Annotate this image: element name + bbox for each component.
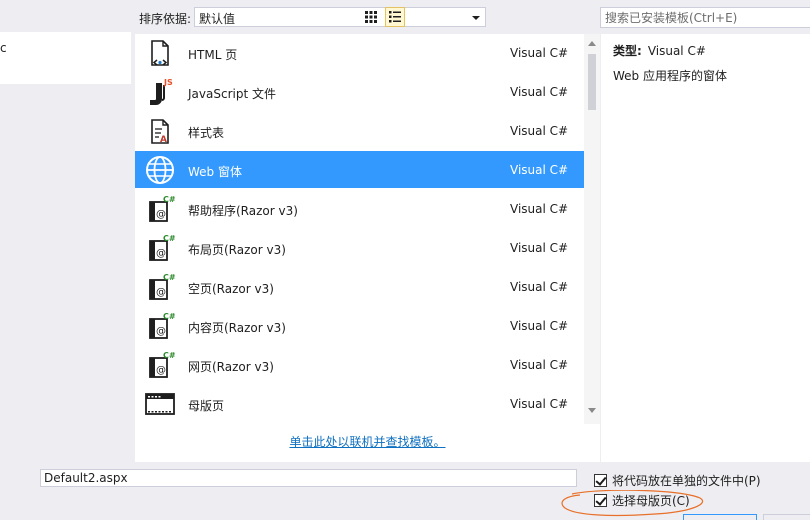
svg-text:@: @	[156, 287, 166, 298]
template-name: 帮助程序(Razor v3)	[188, 204, 298, 218]
checkbox-checked-icon[interactable]	[594, 494, 607, 507]
template-name: 样式表	[188, 126, 225, 140]
template-row-html-page[interactable]: HTML 页 Visual C#	[135, 34, 584, 71]
template-list: HTML 页 Visual C# JS JavaScript 文件 Visual…	[135, 34, 584, 424]
svg-text:@: @	[156, 248, 166, 259]
template-name: 网页(Razor v3)	[188, 360, 274, 374]
svg-text:C#: C#	[163, 351, 175, 360]
template-row-razor-content[interactable]: @ C# 内容页(Razor v3) Visual C#	[135, 307, 584, 344]
detail-description: Web 应用程序的窗体	[613, 69, 727, 83]
template-list-pane: HTML 页 Visual C# JS JavaScript 文件 Visual…	[135, 34, 600, 462]
svg-text:@: @	[156, 209, 166, 220]
razor-csharp-icon: @ C#	[149, 195, 175, 222]
template-category-tree: c	[0, 0, 131, 462]
razor-csharp-icon: @ C#	[149, 351, 175, 378]
file-name-input[interactable]	[41, 470, 576, 486]
template-type: Visual C#	[510, 241, 569, 255]
grid-view-icon	[365, 11, 377, 23]
sort-label: 排序依据:	[139, 12, 192, 26]
svg-text:JS: JS	[163, 78, 173, 87]
template-name: HTML 页	[188, 48, 238, 62]
find-templates-online-link[interactable]: 单击此处以联机并查找模板。	[135, 433, 600, 450]
template-row-razor-layout[interactable]: @ C# 布局页(Razor v3) Visual C#	[135, 229, 584, 266]
cancel-button[interactable]	[763, 514, 810, 520]
master-page-icon	[145, 393, 175, 415]
svg-text:C#: C#	[163, 195, 175, 204]
sort-dropdown-value: 默认值	[199, 12, 236, 26]
sort-dropdown[interactable]: 默认值	[194, 7, 486, 27]
template-type: Visual C#	[510, 163, 569, 177]
checkbox-checked-icon[interactable]	[594, 474, 607, 487]
small-icons-view-button[interactable]	[361, 7, 381, 27]
stylesheet-icon: A	[151, 119, 169, 145]
javascript-file-icon: JS	[150, 78, 173, 105]
template-type: Visual C#	[510, 358, 569, 372]
detail-type-value: Visual C#	[647, 44, 706, 58]
scroll-thumb[interactable]	[588, 54, 596, 110]
template-type: Visual C#	[510, 202, 569, 216]
template-toolbar: 排序依据: 默认值	[131, 0, 810, 34]
add-button[interactable]	[683, 514, 757, 520]
separate-code-checkbox[interactable]: 将代码放在单独的文件中(P)	[594, 472, 761, 489]
template-row-stylesheet[interactable]: A 样式表 Visual C#	[135, 112, 584, 149]
template-row-master-page[interactable]: 母版页 Visual C#	[135, 385, 584, 422]
template-details-pane: 类型: Visual C# Web 应用程序的窗体	[601, 34, 810, 462]
razor-csharp-icon: @ C#	[149, 273, 175, 300]
tree-selected-item-label: c	[0, 41, 7, 55]
html-page-icon	[151, 40, 169, 66]
template-name: 母版页	[188, 399, 225, 413]
svg-text:@: @	[156, 365, 166, 376]
svg-text:A: A	[160, 135, 167, 145]
file-name-field[interactable]	[40, 469, 577, 487]
web-form-globe-icon	[146, 156, 174, 184]
template-search-box[interactable]	[600, 7, 810, 28]
list-view-icon	[389, 11, 401, 23]
template-list-scrollbar[interactable]	[584, 34, 600, 424]
template-type: Visual C#	[510, 46, 569, 60]
separate-code-label: 将代码放在单独的文件中(P)	[612, 474, 761, 488]
svg-text:C#: C#	[163, 234, 175, 243]
select-master-page-label: 选择母版页(C)	[612, 494, 690, 508]
template-type: Visual C#	[510, 85, 569, 99]
template-type: Visual C#	[510, 319, 569, 333]
razor-csharp-icon: @ C#	[149, 234, 175, 261]
scroll-down-arrow-icon[interactable]	[588, 408, 596, 413]
template-row-razor-webpage[interactable]: @ C# 网页(Razor v3) Visual C#	[135, 346, 584, 383]
template-row-javascript-file[interactable]: JS JavaScript 文件 Visual C#	[135, 73, 584, 110]
chevron-down-icon	[472, 16, 480, 20]
template-type: Visual C#	[510, 397, 569, 411]
detail-type-label: 类型:	[613, 44, 642, 58]
template-row-razor-helper[interactable]: @ C# 帮助程序(Razor v3) Visual C#	[135, 190, 584, 227]
dialog-footer: 将代码放在单独的文件中(P) 选择母版页(C)	[0, 462, 810, 520]
scroll-up-arrow-icon[interactable]	[588, 41, 596, 46]
template-type: Visual C#	[510, 124, 569, 138]
select-master-page-checkbox[interactable]: 选择母版页(C)	[594, 492, 690, 509]
template-type: Visual C#	[510, 280, 569, 294]
svg-text:@: @	[156, 326, 166, 337]
tree-selected-item[interactable]: c	[0, 32, 131, 84]
template-name: JavaScript 文件	[188, 87, 276, 101]
template-name: 空页(Razor v3)	[188, 282, 274, 296]
template-name: Web 窗体	[188, 165, 242, 179]
template-name: 布局页(Razor v3)	[188, 243, 286, 257]
detail-type-row: 类型: Visual C#	[613, 42, 706, 59]
razor-csharp-icon: @ C#	[149, 312, 175, 339]
template-search-input[interactable]	[601, 8, 810, 27]
svg-text:C#: C#	[163, 312, 175, 321]
template-row-web-form[interactable]: Web 窗体 Visual C#	[135, 151, 584, 188]
list-view-button[interactable]	[385, 7, 405, 27]
template-row-razor-empty[interactable]: @ C# 空页(Razor v3) Visual C#	[135, 268, 584, 305]
template-name: 内容页(Razor v3)	[188, 321, 286, 335]
svg-text:C#: C#	[163, 273, 175, 282]
